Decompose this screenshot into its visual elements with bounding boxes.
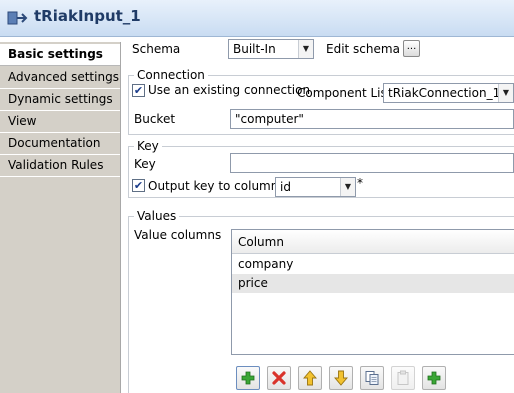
edit-schema-label: Edit schema: [326, 42, 400, 56]
key-group-title: Key: [134, 139, 162, 153]
tab-advanced-settings[interactable]: Advanced settings: [0, 67, 120, 89]
remove-icon: [272, 371, 286, 385]
connection-group-title: Connection: [134, 68, 208, 82]
add-icon: [241, 371, 255, 385]
copy-icon: [365, 371, 379, 385]
remove-row-button[interactable]: [267, 366, 291, 390]
add-row-button[interactable]: [236, 366, 260, 390]
bucket-input[interactable]: [231, 110, 513, 128]
key-input[interactable]: [231, 154, 513, 172]
chevron-down-icon: ▼: [498, 84, 513, 102]
move-down-icon: [334, 370, 348, 386]
chevron-down-icon: ▼: [340, 178, 355, 196]
bucket-field[interactable]: [230, 109, 514, 129]
component-list-select[interactable]: tRiakConnection_1 ▼: [383, 83, 514, 103]
window-title: tRiakInput_1: [34, 7, 141, 25]
sidebar-divider: [120, 42, 121, 393]
tab-documentation[interactable]: Documentation: [0, 133, 120, 155]
schema-select[interactable]: Built-In ▼: [228, 39, 314, 59]
move-up-icon: [303, 370, 317, 386]
settings-tabs: Basic settings Advanced settings Dynamic…: [0, 42, 120, 393]
output-column-select[interactable]: id ▼: [275, 177, 356, 197]
import-icon: [427, 371, 441, 385]
bucket-label: Bucket: [134, 112, 176, 126]
use-existing-connection-checkbox[interactable]: ✔: [132, 84, 145, 97]
component-list-value: tRiakConnection_1: [388, 86, 501, 100]
table-row[interactable]: price: [232, 274, 514, 293]
tab-dynamic-settings[interactable]: Dynamic settings: [0, 89, 120, 111]
schema-label: Schema: [132, 42, 181, 56]
use-existing-connection-label: Use an existing connection: [148, 83, 311, 97]
chevron-down-icon: ▼: [298, 40, 313, 58]
key-label: Key: [134, 157, 156, 171]
key-field[interactable]: [230, 153, 514, 173]
output-key-checkbox[interactable]: ✔: [132, 179, 145, 192]
table-row[interactable]: company: [232, 255, 514, 274]
schema-value: Built-In: [233, 42, 276, 56]
values-group-title: Values: [134, 209, 180, 223]
copy-button[interactable]: [360, 366, 384, 390]
edit-schema-button[interactable]: ...: [403, 40, 420, 57]
move-down-button[interactable]: [329, 366, 353, 390]
output-key-label: Output key to column: [148, 179, 279, 193]
component-icon: [7, 11, 28, 25]
required-mark: *: [357, 176, 363, 190]
import-button[interactable]: [422, 366, 446, 390]
tab-validation-rules[interactable]: Validation Rules: [0, 155, 120, 177]
value-columns-label: Value columns: [134, 228, 222, 242]
tab-basic-settings[interactable]: Basic settings: [0, 44, 120, 66]
value-columns-table[interactable]: Column company price: [231, 229, 514, 355]
component-list-label: Component List: [297, 86, 392, 100]
column-header[interactable]: Column: [232, 230, 514, 254]
tab-view[interactable]: View: [0, 111, 120, 133]
paste-icon: [397, 370, 409, 385]
title-bar: tRiakInput_1: [0, 0, 514, 37]
move-up-button[interactable]: [298, 366, 322, 390]
paste-button[interactable]: [391, 366, 415, 390]
output-column-value: id: [280, 180, 291, 194]
